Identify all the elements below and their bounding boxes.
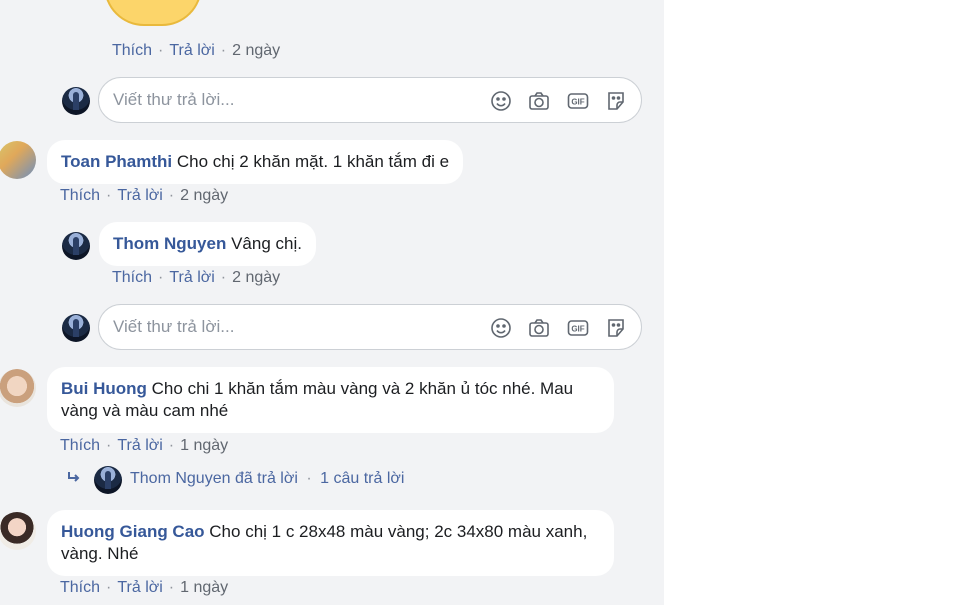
view-replies-link[interactable]: Thom Nguyen đã trả lời · 1 câu trả lời bbox=[130, 470, 404, 488]
replier-summary: Thom Nguyen đã trả lời bbox=[130, 470, 298, 487]
current-user-avatar bbox=[62, 314, 90, 342]
comment-actions: Thích · Trả lời · 2 ngày bbox=[60, 187, 229, 204]
reply-bubble: Thom Nguyen Vâng chị. bbox=[99, 222, 316, 266]
like-link[interactable]: Thích bbox=[60, 437, 100, 454]
commenter-avatar[interactable] bbox=[0, 512, 36, 550]
comment-actions: Thích · Trả lời · 1 ngày bbox=[60, 437, 229, 454]
reply-input[interactable] bbox=[113, 315, 473, 339]
reply-box: GIF bbox=[98, 77, 642, 123]
reply-arrow-icon bbox=[66, 470, 82, 491]
reply-link[interactable]: Trả lời bbox=[117, 437, 162, 454]
like-link[interactable]: Thích bbox=[60, 579, 100, 596]
comment-time[interactable]: 2 ngày bbox=[232, 42, 280, 59]
reply-text: Vâng chị. bbox=[231, 234, 302, 253]
replier-avatar[interactable] bbox=[62, 232, 90, 260]
emoji-icon[interactable] bbox=[489, 89, 513, 113]
comment-time[interactable]: 1 ngày bbox=[180, 437, 228, 454]
like-link[interactable]: Thích bbox=[112, 269, 152, 286]
smiley-sticker-image bbox=[104, 0, 202, 26]
reply-input[interactable] bbox=[113, 88, 473, 112]
commenter-name[interactable]: Huong Giang Cao bbox=[61, 522, 205, 541]
like-link[interactable]: Thích bbox=[60, 187, 100, 204]
comment-actions: Thích · Trả lời · 2 ngày bbox=[112, 42, 281, 59]
reply-link[interactable]: Trả lời bbox=[169, 42, 214, 59]
commenter-avatar[interactable] bbox=[0, 369, 36, 407]
gif-icon[interactable]: GIF bbox=[566, 89, 590, 113]
current-user-avatar bbox=[62, 87, 90, 115]
sticker-icon[interactable] bbox=[604, 89, 628, 113]
replier-avatar bbox=[94, 466, 122, 494]
commenter-name[interactable]: Bui Huong bbox=[61, 379, 147, 398]
reply-count: 1 câu trả lời bbox=[320, 470, 405, 487]
comment-actions: Thích · Trả lời · 1 ngày bbox=[60, 579, 229, 596]
comment-bubble: Toan Phamthi Cho chị 2 khăn mặt. 1 khăn … bbox=[47, 140, 464, 184]
reply-time[interactable]: 2 ngày bbox=[232, 269, 280, 286]
comment-time[interactable]: 2 ngày bbox=[180, 187, 228, 204]
comment-time[interactable]: 1 ngày bbox=[180, 579, 228, 596]
reply-link[interactable]: Trả lời bbox=[117, 579, 162, 596]
reply-link[interactable]: Trả lời bbox=[117, 187, 162, 204]
gif-icon[interactable]: GIF bbox=[566, 316, 590, 340]
comments-panel: Thích·Trả lời·2 ngày GIF Toan Phamthi Ch… bbox=[0, 0, 664, 605]
comment-bubble: Huong Giang Cao Cho chị 1 c 28x48 màu và… bbox=[47, 510, 614, 576]
sticker-icon[interactable] bbox=[604, 316, 628, 340]
camera-icon[interactable] bbox=[527, 89, 551, 113]
reply-link[interactable]: Trả lời bbox=[169, 269, 214, 286]
emoji-icon[interactable] bbox=[489, 316, 513, 340]
camera-icon[interactable] bbox=[527, 316, 551, 340]
comment-text: Cho chị 2 khăn mặt. 1 khăn tắm đi e bbox=[176, 152, 450, 171]
commenter-avatar[interactable] bbox=[0, 141, 36, 179]
svg-text:GIF: GIF bbox=[571, 98, 584, 107]
commenter-name[interactable]: Toan Phamthi bbox=[61, 152, 172, 171]
like-link[interactable]: Thích bbox=[112, 42, 152, 59]
replier-name[interactable]: Thom Nguyen bbox=[113, 234, 226, 253]
reply-actions: Thích · Trả lời · 2 ngày bbox=[112, 269, 281, 286]
svg-text:GIF: GIF bbox=[571, 325, 584, 334]
comment-bubble: Bui Huong Cho chi 1 khăn tắm màu vàng và… bbox=[47, 367, 614, 433]
reply-box: GIF bbox=[98, 304, 642, 350]
